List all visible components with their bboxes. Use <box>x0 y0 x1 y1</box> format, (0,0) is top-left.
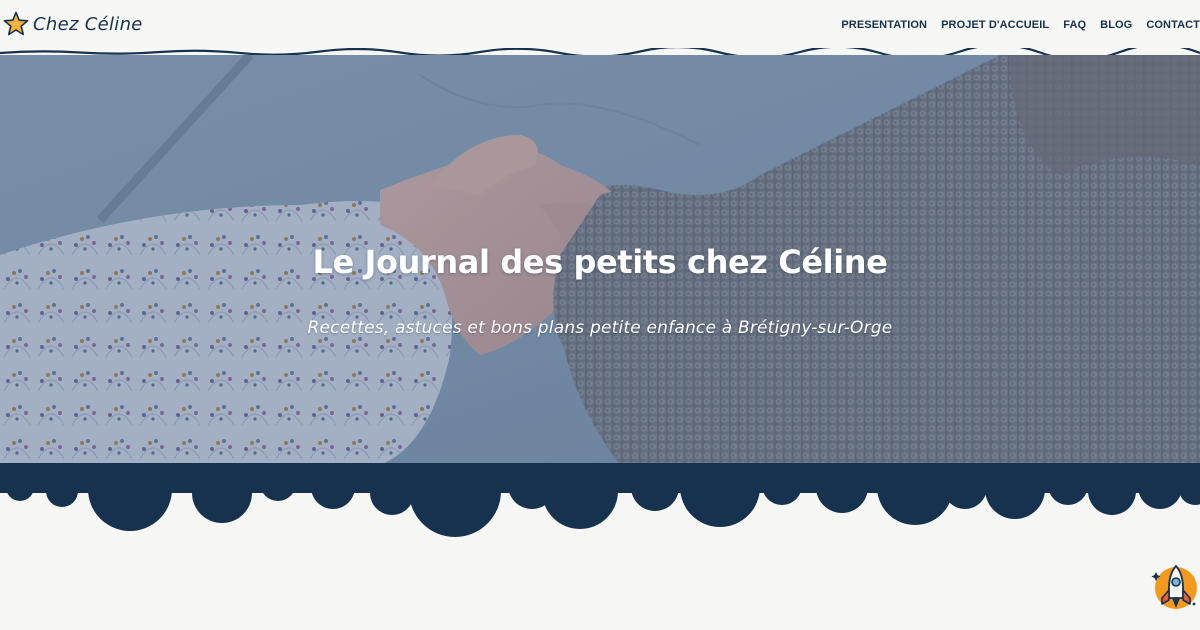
nav-item-presentation[interactable]: PRESENTATION <box>841 19 927 31</box>
site-header: Chez Céline PRESENTATION PROJET D'ACCUEI… <box>0 0 1200 56</box>
main-nav: PRESENTATION PROJET D'ACCUEIL FAQ BLOG C… <box>827 19 1200 31</box>
nav-item-blog[interactable]: BLOG <box>1100 19 1132 31</box>
hero-banner: Le Journal des petits chez Céline Recett… <box>0 55 1200 465</box>
back-to-top-button[interactable] <box>1148 560 1200 616</box>
site-logo[interactable]: Chez Céline <box>2 10 143 38</box>
hero-subtitle: Recettes, astuces et bons plans petite e… <box>307 318 893 338</box>
cloud-divider <box>0 463 1200 537</box>
nav-item-faq[interactable]: FAQ <box>1063 19 1086 31</box>
nav-item-projet-accueil[interactable]: PROJET D'ACCUEIL <box>941 19 1049 31</box>
logo-text: Chez Céline <box>33 13 143 35</box>
star-icon <box>3 11 29 36</box>
nav-item-contact[interactable]: CONTACT <box>1146 19 1200 31</box>
rocket-icon <box>1151 565 1197 609</box>
hero-title: Le Journal des petits chez Céline <box>312 243 888 281</box>
